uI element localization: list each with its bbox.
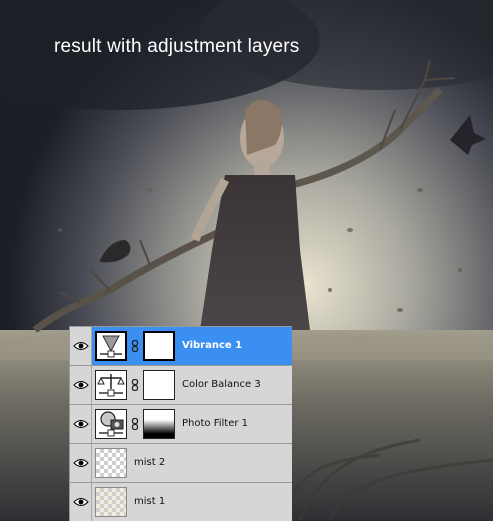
- eye-icon: [72, 498, 89, 506]
- layer-name[interactable]: mist 1: [134, 496, 165, 507]
- eye-icon: [72, 342, 89, 350]
- color-balance-icon: [97, 374, 125, 397]
- layer-row-color-balance[interactable]: Color Balance 3: [70, 366, 292, 405]
- chain-link-icon[interactable]: [131, 340, 139, 352]
- chain-link-icon[interactable]: [131, 418, 139, 430]
- layer-row-vibrance[interactable]: Vibrance 1: [70, 327, 292, 366]
- visibility-toggle[interactable]: [70, 405, 92, 443]
- adjustment-thumbnail[interactable]: [95, 370, 127, 400]
- eye-icon: [72, 381, 89, 389]
- layer-row-photo-filter[interactable]: Photo Filter 1: [70, 405, 292, 444]
- photo-filter-icon: [99, 411, 124, 437]
- layer-mask-thumbnail[interactable]: [143, 331, 175, 361]
- adjustment-thumbnail[interactable]: [95, 331, 127, 361]
- layer-row-mist-1[interactable]: mist 1: [70, 483, 292, 521]
- eye-icon: [72, 459, 89, 467]
- visibility-toggle[interactable]: [70, 366, 92, 404]
- chain-link-icon[interactable]: [131, 379, 139, 391]
- layer-thumbnail[interactable]: [95, 448, 127, 478]
- layer-name[interactable]: Vibrance 1: [182, 340, 242, 351]
- visibility-toggle[interactable]: [70, 327, 92, 365]
- layer-name[interactable]: mist 2: [134, 457, 165, 468]
- vibrance-icon: [100, 335, 122, 358]
- caption-text: result with adjustment layers: [54, 36, 300, 57]
- layer-name[interactable]: Color Balance 3: [182, 379, 261, 390]
- visibility-toggle[interactable]: [70, 444, 92, 482]
- layer-thumbnail[interactable]: [95, 487, 127, 517]
- visibility-toggle[interactable]: [70, 483, 92, 521]
- layer-mask-thumbnail[interactable]: [143, 370, 175, 400]
- layer-mask-thumbnail[interactable]: [143, 409, 175, 439]
- layer-row-mist-2[interactable]: mist 2: [70, 444, 292, 483]
- layer-name[interactable]: Photo Filter 1: [182, 418, 248, 429]
- adjustment-thumbnail[interactable]: [95, 409, 127, 439]
- layers-panel: Vibrance 1 Color Balance 3 Photo Filter …: [69, 326, 292, 521]
- eye-icon: [72, 420, 89, 428]
